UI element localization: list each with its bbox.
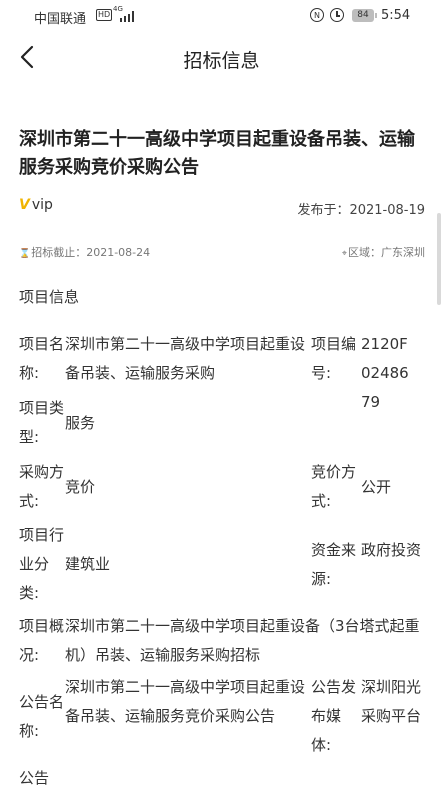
project-no-label: 项目编号: <box>311 335 357 382</box>
purchase-method-value: 竞价 <box>65 478 96 496</box>
industry-label: 项目行业分类: <box>19 526 65 602</box>
project-no-value: 2120F0248679 <box>361 335 409 411</box>
project-type-label: 项目类型: <box>19 399 65 446</box>
nav-bar: 招标信息 <box>0 34 443 80</box>
fund-source-value: 政府投资 <box>361 541 422 559</box>
location-pin-icon: ⌖ <box>341 249 347 259</box>
vip-label: vip <box>31 197 53 213</box>
region-text: 区域：广东深圳 <box>348 246 425 259</box>
status-bar: 中国联通 HD 4G N 84 5:54 <box>0 0 443 32</box>
battery-icon: 84 <box>352 9 377 22</box>
overview-value: 深圳市第二十一高级中学项目起重设备（3台塔式起重机）吊装、运输服务采购招标 <box>65 617 420 664</box>
notice-name-label: 公告名称: <box>19 693 65 740</box>
purchase-method-label: 采购方式: <box>19 463 65 510</box>
notice-name-value: 深圳市第二十一高级中学项目起重设备吊装、运输服务竞价采购公告 <box>65 678 306 725</box>
hourglass-icon: ⌛ <box>19 249 31 259</box>
carrier-name: 中国联通 <box>34 12 87 27</box>
bid-method-label: 竞价方式: <box>311 463 357 510</box>
bid-method-value: 公开 <box>361 478 392 496</box>
publish-date: 发布于：2021-08-19 <box>297 203 425 218</box>
clock-time: 5:54 <box>381 8 411 23</box>
scrollbar-thumb[interactable] <box>437 213 441 305</box>
signal-icon <box>120 10 138 22</box>
vip-mark-icon: V <box>19 197 30 213</box>
alarm-clock-icon <box>330 8 344 22</box>
hd-badge: HD <box>96 9 113 21</box>
project-name-label: 项目名称: <box>19 335 65 382</box>
media-value: 深圳阳光采购平台 <box>361 678 422 725</box>
region-info: ⌖区域：广东深圳 <box>342 244 425 260</box>
section-title: 项目信息 <box>19 288 80 306</box>
industry-value: 建筑业 <box>65 555 111 573</box>
overview-label: 项目概况: <box>19 617 65 664</box>
nfc-icon: N <box>310 8 324 22</box>
article-title: 深圳市第二十一高级中学项目起重设备吊装、运输服务采购竞价采购公告 <box>19 129 415 178</box>
page-title: 招标信息 <box>183 50 260 72</box>
project-type-value: 服务 <box>65 414 96 432</box>
project-name-value: 深圳市第二十一高级中学项目起重设备吊装、运输服务采购 <box>65 335 306 382</box>
fund-source-label: 资金来源: <box>311 541 357 588</box>
notice-label-cut: 公告 <box>19 769 50 787</box>
media-label: 公告发布媒体: <box>311 678 357 754</box>
vip-badge: Vvip <box>19 197 53 213</box>
deadline-text: 招标截止：2021-08-24 <box>31 246 151 259</box>
deadline-info: ⌛招标截止：2021-08-24 <box>19 244 150 260</box>
